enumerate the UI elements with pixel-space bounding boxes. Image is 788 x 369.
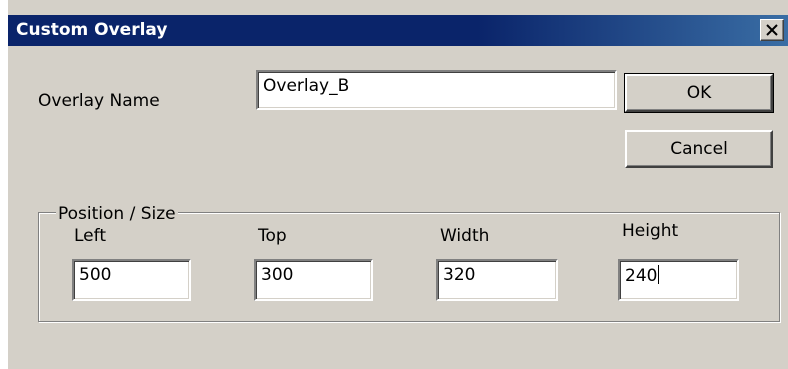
height-value: 240 [625,266,658,286]
text-caret [658,265,660,284]
ok-button[interactable]: OK [624,73,774,113]
overlay-name-label: Overlay Name [38,91,160,111]
width-label: Width [440,226,490,246]
position-size-legend: Position / Size [56,204,178,224]
close-button[interactable] [760,19,784,41]
cancel-button[interactable]: Cancel [625,130,773,168]
dialog-title: Custom Overlay [16,20,168,40]
top-label: Top [258,226,287,246]
height-label: Height [622,221,679,241]
top-input[interactable]: 300 [254,259,373,301]
title-bar: Custom Overlay [8,15,788,46]
overlay-name-input[interactable]: Overlay_B [256,70,617,110]
width-input[interactable]: 320 [436,259,558,301]
left-input[interactable]: 500 [72,259,191,301]
left-label: Left [74,226,106,246]
height-input[interactable]: 240 [618,259,739,301]
custom-overlay-dialog: Custom Overlay Overlay Name Overlay_B OK… [6,0,788,369]
close-icon [766,24,778,36]
